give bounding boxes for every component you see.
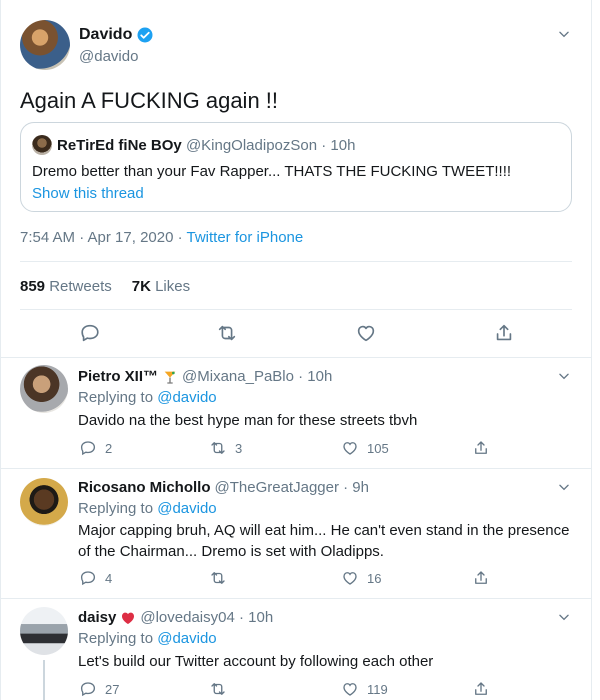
- share-button[interactable]: [472, 439, 490, 457]
- quoted-meta: @KingOladipozSon · 10h: [185, 137, 356, 154]
- chevron-down-icon[interactable]: [554, 24, 574, 44]
- replying-to-prefix: Replying to: [78, 500, 154, 517]
- red-heart-emoji-icon: [122, 612, 135, 624]
- timestamp-text[interactable]: 7:54 AM · Apr 17, 2020 ·: [20, 229, 187, 246]
- reply-author-name[interactable]: daisy: [78, 609, 116, 626]
- likes-count: 7K: [131, 278, 151, 295]
- like-button[interactable]: 119: [341, 680, 388, 698]
- reply-icon[interactable]: [79, 322, 101, 344]
- reply-button[interactable]: 27: [79, 680, 119, 698]
- author-handle[interactable]: @davido: [79, 48, 138, 65]
- retweet-icon: [211, 442, 225, 454]
- show-thread-link[interactable]: Show this thread: [32, 185, 144, 202]
- chevron-down-icon[interactable]: [554, 366, 574, 386]
- retweet-button[interactable]: [209, 680, 235, 698]
- retweets-label: Retweets: [49, 278, 112, 295]
- retweet-icon: [211, 683, 225, 695]
- divider: [20, 309, 572, 310]
- retweet-count: 3: [235, 440, 243, 456]
- reply-count: 2: [105, 440, 113, 456]
- reply-button[interactable]: 4: [79, 569, 112, 587]
- replying-to-mention[interactable]: @davido: [157, 630, 216, 647]
- like-icon: [343, 683, 357, 696]
- quoted-tweet[interactable]: ReTirEd fiNe BOy @KingOladipozSon · 10h …: [20, 122, 572, 212]
- quoted-author-name: ReTirEd fiNe BOy: [57, 137, 182, 154]
- reply-button[interactable]: 2: [79, 439, 112, 457]
- replying-to-mention[interactable]: @davido: [157, 500, 216, 517]
- quoted-text: Dremo better than your Fav Rapper... THA…: [32, 163, 512, 180]
- retweets-count-link[interactable]: 859 Retweets: [20, 278, 112, 295]
- reply-count: 4: [105, 570, 113, 586]
- retweet-icon: [211, 572, 225, 584]
- reply-author-name[interactable]: Ricosano Michollo: [78, 479, 211, 496]
- like-count: 16: [367, 570, 382, 586]
- reply-meta[interactable]: @TheGreatJagger · 9h: [215, 479, 369, 496]
- author-name[interactable]: Davido: [79, 26, 132, 44]
- reply-header: Ricosano Michollo @TheGreatJagger · 9h: [78, 479, 369, 496]
- retweet-button[interactable]: [209, 569, 235, 587]
- replying-to-prefix: Replying to: [78, 389, 154, 406]
- reply-avatar[interactable]: [20, 365, 68, 413]
- engagement-counts: 859 Retweets 7K Likes: [20, 278, 190, 295]
- retweet-icon[interactable]: [216, 322, 238, 344]
- share-icon[interactable]: [493, 322, 515, 344]
- tweet-source[interactable]: Twitter for iPhone: [187, 229, 304, 246]
- replying-to: Replying to @davido: [78, 630, 217, 647]
- replying-to-prefix: Replying to: [78, 630, 154, 647]
- reply-header: daisy @lovedaisy04 · 10h: [78, 609, 273, 626]
- reply-icon: [80, 682, 96, 697]
- share-icon: [475, 571, 487, 584]
- like-icon: [343, 442, 357, 455]
- reply-meta[interactable]: @lovedaisy04 · 10h: [140, 609, 273, 626]
- retweet-button[interactable]: 3: [209, 439, 242, 457]
- reply-header: Pietro XII™ @Mixana_PaBlo · 10h: [78, 368, 332, 385]
- likes-label: Likes: [155, 278, 191, 295]
- divider: [0, 468, 592, 469]
- reply-meta[interactable]: @Mixana_PaBlo · 10h: [182, 368, 332, 385]
- like-button[interactable]: 105: [341, 439, 389, 457]
- cocktail-emoji-icon: [164, 371, 176, 384]
- verified-badge-icon: [137, 27, 153, 43]
- share-button[interactable]: [472, 680, 490, 698]
- reply-text: Let's build our Twitter account by follo…: [78, 653, 434, 670]
- like-icon: [343, 572, 357, 585]
- retweets-count: 859: [20, 278, 46, 295]
- replying-to: Replying to @davido: [78, 500, 217, 517]
- share-icon: [475, 682, 487, 695]
- reply-author-name[interactable]: Pietro XII™: [78, 368, 158, 385]
- replying-to-mention[interactable]: @davido: [157, 389, 216, 406]
- chevron-down-icon[interactable]: [554, 607, 574, 627]
- share-button[interactable]: [472, 569, 490, 587]
- reply-icon: [80, 441, 96, 456]
- reply-text: Davido na the best hype man for these st…: [78, 412, 418, 429]
- divider: [20, 261, 572, 262]
- like-icon[interactable]: [355, 322, 377, 344]
- replying-to: Replying to @davido: [78, 389, 217, 406]
- tweet-text: Again A FUCKING again !!: [20, 88, 279, 113]
- like-button[interactable]: 16: [341, 569, 381, 587]
- divider: [0, 598, 592, 599]
- like-count: 105: [367, 440, 389, 456]
- thread-line: [43, 660, 45, 700]
- reply-icon: [80, 571, 96, 586]
- reply-count: 27: [105, 681, 120, 697]
- quoted-author-avatar: [32, 135, 52, 155]
- tweet-timestamp: 7:54 AM · Apr 17, 2020 · Twitter for iPh…: [20, 229, 303, 246]
- reply-avatar[interactable]: [20, 478, 68, 526]
- reply-avatar[interactable]: [20, 607, 68, 655]
- quoted-header: ReTirEd fiNe BOy @KingOladipozSon · 10h: [57, 137, 355, 154]
- author-name-row[interactable]: Davido: [79, 26, 154, 44]
- likes-count-link[interactable]: 7K Likes: [132, 278, 190, 295]
- chevron-down-icon[interactable]: [554, 477, 574, 497]
- reply-text: Major capping bruh, AQ will eat him... H…: [78, 522, 570, 560]
- divider: [0, 357, 592, 358]
- like-count: 119: [367, 681, 388, 697]
- share-icon: [475, 441, 487, 454]
- author-avatar[interactable]: [20, 20, 70, 70]
